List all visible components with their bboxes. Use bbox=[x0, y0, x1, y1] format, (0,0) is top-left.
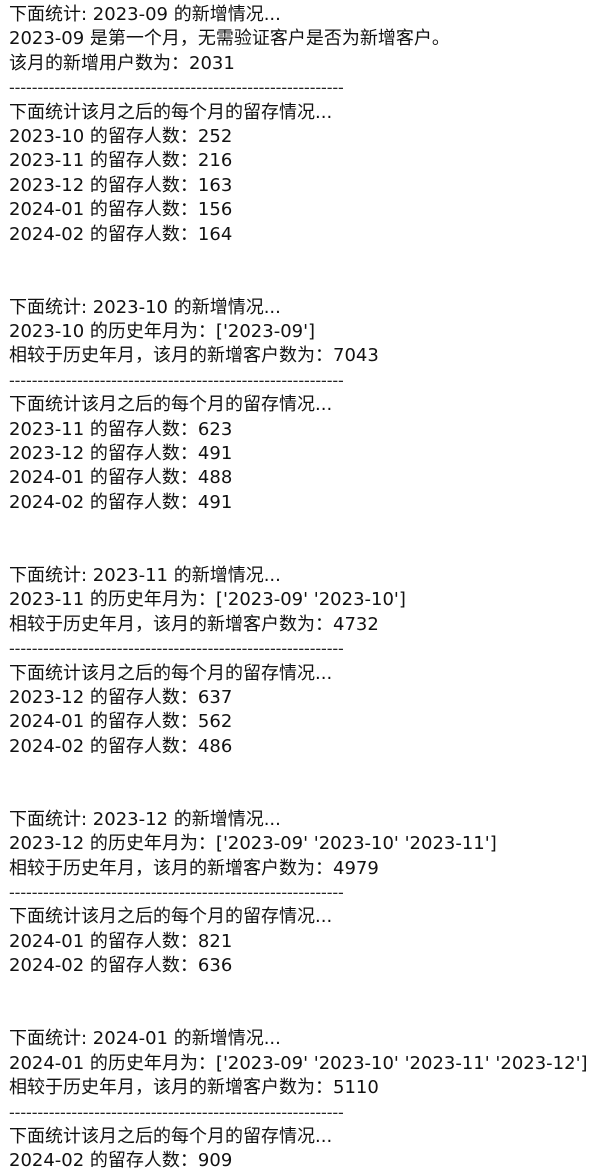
output-line: 2024-01 的留存人数：488 bbox=[9, 467, 233, 489]
output-line: 2023-10 的留存人数：252 bbox=[9, 125, 233, 147]
output-line: 下面统计: 2024-01 的新增情况... bbox=[9, 1028, 281, 1050]
output-line: 相较于历史年月，该月的新增客户数为：7043 bbox=[9, 345, 379, 367]
output-line: 2023-12 的留存人数：637 bbox=[9, 686, 233, 708]
output-line: 下面统计: 2023-09 的新增情况... bbox=[9, 4, 281, 25]
output-line: 2024-01 的留存人数：821 bbox=[9, 930, 233, 952]
output-line: 2023-11 的留存人数：623 bbox=[9, 418, 233, 440]
output-line: 相较于历史年月，该月的新增客户数为：4732 bbox=[9, 613, 379, 635]
output-line: 下面统计该月之后的每个月的留存情况... bbox=[9, 101, 333, 123]
output-line: 2023-11 的历史年月为：['2023-09' '2023-10'] bbox=[9, 589, 406, 611]
output-line: 相较于历史年月，该月的新增客户数为：4979 bbox=[9, 857, 379, 879]
separator-line: ----------------------------------------… bbox=[9, 883, 344, 903]
console-output: 下面统计: 2023-09 的新增情况... 2023-09 是第一个月，无需验证… bbox=[0, 0, 613, 1174]
output-line: 相较于历史年月，该月的新增客户数为：5110 bbox=[9, 1077, 379, 1099]
output-line: 2023-09 是第一个月，无需验证客户是否为新增客户。 bbox=[9, 28, 450, 50]
output-line: 2024-02 的留存人数：636 bbox=[9, 955, 233, 977]
output-line: 该月的新增用户数为：2031 bbox=[9, 52, 235, 74]
output-line: 2024-02 的留存人数：909 bbox=[9, 1150, 233, 1172]
separator-line: ----------------------------------------… bbox=[9, 370, 344, 390]
output-line: 下面统计: 2023-10 的新增情况... bbox=[9, 296, 281, 318]
output-line: 下面统计: 2023-12 的新增情况... bbox=[9, 808, 281, 830]
output-line: 2023-12 的历史年月为：['2023-09' '2023-10' '202… bbox=[9, 833, 497, 855]
output-line: 2024-02 的留存人数：486 bbox=[9, 735, 233, 757]
output-line: 2024-01 的历史年月为：['2023-09' '2023-10' '202… bbox=[9, 1052, 588, 1074]
output-line: 2024-02 的留存人数：491 bbox=[9, 491, 233, 513]
output-line: 2024-01 的留存人数：562 bbox=[9, 711, 233, 733]
output-line: 2023-10 的历史年月为：['2023-09'] bbox=[9, 321, 316, 343]
output-line: 2023-11 的留存人数：216 bbox=[9, 150, 233, 172]
output-line: 下面统计该月之后的每个月的留存情况... bbox=[9, 1125, 333, 1147]
output-line: 2023-12 的留存人数：491 bbox=[9, 443, 233, 465]
output-line: 下面统计该月之后的每个月的留存情况... bbox=[9, 394, 333, 416]
separator-line: ----------------------------------------… bbox=[9, 78, 344, 98]
separator-line: ----------------------------------------… bbox=[9, 639, 344, 659]
output-line: 2024-02 的留存人数：164 bbox=[9, 223, 233, 245]
output-line: 2023-12 的留存人数：163 bbox=[9, 174, 233, 196]
separator-line: ----------------------------------------… bbox=[9, 1102, 344, 1122]
output-line: 下面统计该月之后的每个月的留存情况... bbox=[9, 662, 333, 684]
output-line: 下面统计该月之后的每个月的留存情况... bbox=[9, 906, 333, 928]
output-line: 2024-01 的留存人数：156 bbox=[9, 199, 233, 221]
output-line: 下面统计: 2023-11 的新增情况... bbox=[9, 564, 281, 586]
